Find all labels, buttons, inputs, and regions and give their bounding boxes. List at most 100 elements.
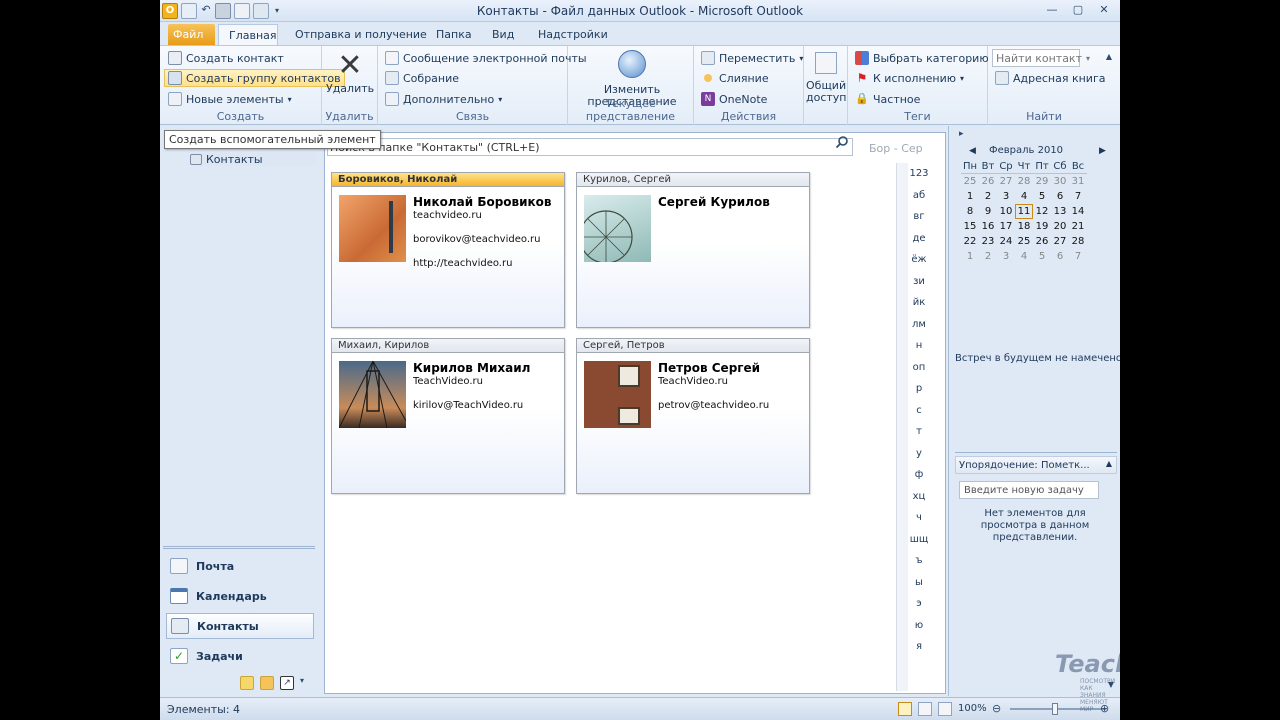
alphabet-index-item[interactable]: н <box>909 340 929 362</box>
tab-folder[interactable]: Папка <box>426 24 482 45</box>
new-items-button[interactable]: Новые элементы ▾ <box>165 90 295 108</box>
contact-card[interactable]: Михаил, Кирилов Кирилов Михаил TeachVide… <box>331 338 565 494</box>
configure-buttons-icon[interactable]: ▾ <box>300 676 304 690</box>
move-button[interactable]: Переместить ▾ <box>698 49 806 67</box>
collapse-ribbon-icon[interactable]: ▲ <box>1106 52 1112 61</box>
calendar-day[interactable]: 7 <box>1069 189 1087 204</box>
calendar-day[interactable]: 28 <box>1069 234 1087 249</box>
nav-contacts[interactable]: Контакты <box>166 613 314 639</box>
calendar-day[interactable]: 21 <box>1069 219 1087 234</box>
calendar-day[interactable]: 6 <box>1051 189 1069 204</box>
alphabet-index-item[interactable]: оп <box>909 362 929 384</box>
merge-button[interactable]: Слияние <box>698 69 772 87</box>
calendar-day[interactable]: 14 <box>1069 204 1087 219</box>
calendar-day[interactable]: 17 <box>997 219 1015 234</box>
alphabet-index-item[interactable]: аб <box>909 190 929 212</box>
calendar-day[interactable]: 31 <box>1069 174 1087 189</box>
share-button[interactable]: Общий доступ <box>806 52 847 104</box>
alphabet-index-item[interactable]: йк <box>909 297 929 319</box>
calendar-day[interactable]: 24 <box>997 234 1015 249</box>
calendar-day[interactable]: 22 <box>961 234 979 249</box>
calendar-day[interactable]: 27 <box>1051 234 1069 249</box>
close-icon[interactable]: ✕ <box>1092 2 1116 18</box>
tab-home[interactable]: Главная <box>218 24 278 45</box>
calendar-day[interactable]: 2 <box>979 249 997 264</box>
calendar-day[interactable]: 5 <box>1033 189 1051 204</box>
calendar-day[interactable]: 25 <box>1015 234 1033 249</box>
new-contact-group-button[interactable]: Создать группу контактов <box>164 69 345 87</box>
alphabet-index-item[interactable]: шщ <box>909 534 929 556</box>
calendar-day[interactable]: 4 <box>1015 249 1033 264</box>
email-button[interactable]: Сообщение электронной почты <box>382 49 590 67</box>
private-button[interactable]: 🔒 Частное <box>852 90 923 108</box>
split-view-icon[interactable] <box>938 702 952 716</box>
calendar-day[interactable]: 26 <box>979 174 997 189</box>
shortcuts-icon[interactable]: ↗ <box>280 676 294 690</box>
calendar-day[interactable]: 23 <box>979 234 997 249</box>
alphabet-index-item[interactable]: ы <box>909 577 929 599</box>
calendar-day[interactable]: 15 <box>961 219 979 234</box>
alphabet-index-item[interactable]: у <box>909 448 929 470</box>
nav-tasks[interactable]: ✓ Задачи <box>166 643 314 669</box>
alphabet-index-item[interactable]: э <box>909 598 929 620</box>
calendar-day[interactable]: 7 <box>1069 249 1087 264</box>
alphabet-index-item[interactable]: т <box>909 426 929 448</box>
calendar-day[interactable]: 18 <box>1015 219 1033 234</box>
maximize-icon[interactable]: ▢ <box>1066 2 1090 18</box>
alphabet-index-item[interactable]: де <box>909 233 929 255</box>
expand-todo-icon[interactable]: ▸ <box>959 129 964 139</box>
folder-contacts[interactable]: Контакты <box>190 153 316 166</box>
nav-splitter[interactable] <box>163 546 315 549</box>
calendar-day[interactable]: 28 <box>1015 174 1033 189</box>
search-icon[interactable] <box>835 135 849 152</box>
calendar-day[interactable]: 1 <box>961 249 979 264</box>
alphabet-index-item[interactable]: хц <box>909 491 929 513</box>
tab-file[interactable]: Файл <box>168 24 215 45</box>
alphabet-index-item[interactable]: р <box>909 383 929 405</box>
calendar-day[interactable]: 16 <box>979 219 997 234</box>
new-task-input[interactable]: Введите новую задачу <box>959 481 1099 499</box>
vertical-scrollbar[interactable] <box>896 163 908 691</box>
nav-calendar[interactable]: Календарь <box>166 583 314 609</box>
alphabet-index-item[interactable]: ю <box>909 620 929 642</box>
calendar-day[interactable]: 19 <box>1033 219 1051 234</box>
more-button[interactable]: Дополнительно ▾ <box>382 90 505 108</box>
address-book-button[interactable]: Адресная книга <box>992 69 1108 87</box>
zoom-slider-thumb[interactable] <box>1052 703 1058 715</box>
calendar-day[interactable]: 11 <box>1015 204 1033 219</box>
alphabet-index-item[interactable]: ёж <box>909 254 929 276</box>
alphabet-index-item[interactable]: ч <box>909 512 929 534</box>
find-contact-box[interactable]: Найти контакт ▾ <box>992 49 1090 67</box>
meeting-button[interactable]: Собрание <box>382 69 462 87</box>
folder-list-icon[interactable] <box>260 676 274 690</box>
task-arrange-header[interactable]: Упорядочение: Пометк... ▲ <box>955 456 1117 474</box>
calendar-day[interactable]: 3 <box>997 189 1015 204</box>
alphabet-index-item[interactable]: вг <box>909 211 929 233</box>
tab-view[interactable]: Вид <box>482 24 524 45</box>
minimize-icon[interactable]: — <box>1040 2 1064 18</box>
alphabet-index-item[interactable]: ф <box>909 469 929 491</box>
calendar-day[interactable]: 29 <box>1033 174 1051 189</box>
alphabet-index-item[interactable]: ъ <box>909 555 929 577</box>
alphabet-index-item[interactable]: 123 <box>909 168 929 190</box>
categorize-button[interactable]: Выбрать категорию ▾ <box>852 49 1000 67</box>
calendar-day[interactable]: 25 <box>961 174 979 189</box>
zoom-out-icon[interactable]: ⊖ <box>992 702 1001 715</box>
calendar-day[interactable]: 9 <box>979 204 997 219</box>
new-contact-button[interactable]: Создать контакт <box>165 49 287 67</box>
calendar-day[interactable]: 13 <box>1051 204 1069 219</box>
calendar-day[interactable]: 27 <box>997 174 1015 189</box>
calendar-day[interactable]: 5 <box>1033 249 1051 264</box>
contact-card[interactable]: Сергей, Петров Петров Сергей TeachVideo.… <box>576 338 810 494</box>
calendar-day[interactable]: 6 <box>1051 249 1069 264</box>
normal-view-icon[interactable] <box>898 702 912 716</box>
calendar-day[interactable]: 3 <box>997 249 1015 264</box>
search-input[interactable]: Поиск в папке "Контакты" (CTRL+Е) <box>327 138 853 156</box>
todo-splitter[interactable] <box>955 452 1117 454</box>
delete-button[interactable]: ✕ Удалить <box>326 51 374 95</box>
calendar-day[interactable]: 8 <box>961 204 979 219</box>
calendar-day[interactable]: 26 <box>1033 234 1051 249</box>
contact-card[interactable]: Боровиков, Николай Николай Боровиков tea… <box>331 172 565 328</box>
tab-send-receive[interactable]: Отправка и получение <box>285 24 437 45</box>
onenote-button[interactable]: N OneNote <box>698 90 770 108</box>
